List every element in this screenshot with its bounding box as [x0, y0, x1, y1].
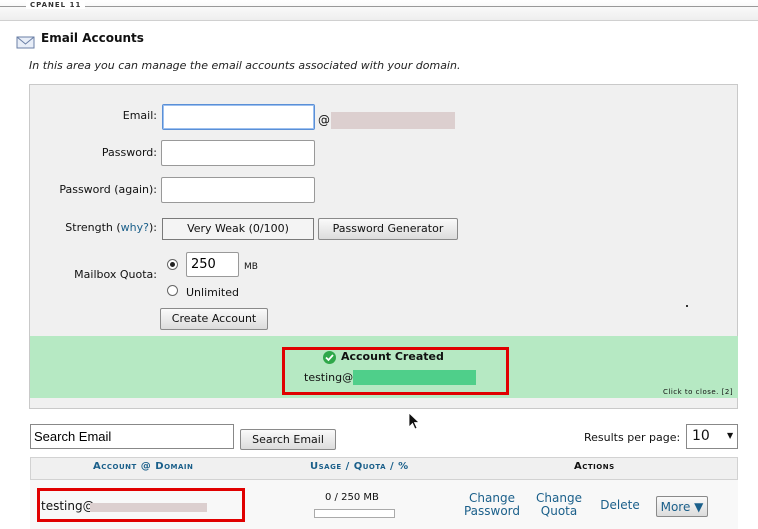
percent-header: % — [398, 461, 409, 472]
account-header: Account — [93, 461, 137, 472]
delete-link[interactable]: Delete — [597, 499, 643, 512]
strength-label-suffix: ): — [149, 221, 157, 234]
mouse-cursor-icon — [408, 412, 420, 430]
usage-header: Usage — [310, 461, 342, 472]
email-input[interactable] — [162, 104, 315, 130]
password-input[interactable] — [161, 140, 315, 166]
quota-limited-radio[interactable] — [167, 259, 178, 270]
click-to-close[interactable]: Click to close. [2] — [663, 388, 733, 396]
column-actions: Actions — [574, 461, 615, 472]
email-label: Email: — [122, 109, 157, 122]
notice-title: Account Created — [341, 350, 444, 363]
unlimited-label: Unlimited — [186, 286, 239, 299]
row-usage: 0 / 250 MB — [325, 492, 379, 503]
password-generator-button[interactable]: Password Generator — [318, 218, 458, 240]
quota-header: Quota — [353, 461, 387, 472]
mailbox-quota-label: Mailbox Quota: — [74, 268, 157, 281]
at-sign: @ — [318, 113, 330, 127]
results-per-page-label: Results per page: — [584, 431, 681, 444]
check-icon — [323, 351, 336, 364]
change-password-line2: Password — [463, 504, 521, 518]
change-quota-line2: Quota — [540, 504, 578, 518]
top-strip — [0, 0, 758, 21]
chevron-down-icon: ▼ — [727, 431, 734, 440]
row-account: testing@ — [41, 499, 95, 513]
more-button[interactable]: More ▼ — [656, 496, 708, 517]
change-password-link[interactable]: Change Password — [458, 492, 526, 518]
notice-account: testing@ — [304, 371, 354, 384]
results-per-page-value: 10 — [692, 428, 710, 444]
brand-label: CPANEL 11 — [26, 1, 86, 9]
password-label: Password: — [101, 146, 157, 159]
mail-icon — [16, 36, 35, 49]
page-title: Email Accounts — [41, 31, 144, 45]
usage-slash: / — [341, 461, 354, 472]
quota-unlimited-radio[interactable] — [167, 285, 178, 296]
create-account-button[interactable]: Create Account — [160, 308, 268, 330]
domain-header: Domain — [155, 461, 194, 472]
notice-domain-redacted — [353, 370, 476, 385]
strength-label-prefix: Strength ( — [65, 221, 121, 234]
search-email-button[interactable]: Search Email — [240, 429, 336, 450]
password-again-input[interactable] — [161, 177, 315, 203]
row-domain-redacted — [90, 503, 207, 512]
column-account-domain[interactable]: Account @ Domain — [93, 461, 193, 472]
strength-why-link[interactable]: why? — [121, 221, 149, 234]
results-per-page-select[interactable]: 10 ▼ — [686, 424, 738, 449]
search-email-input[interactable] — [30, 424, 234, 449]
strength-label: Strength (why?): — [0, 221, 157, 234]
quota-unit: MB — [244, 262, 258, 272]
quota-usage-bar — [314, 509, 395, 518]
stray-dot — [686, 305, 688, 307]
column-usage-quota[interactable]: Usage / Quota / % — [310, 461, 409, 472]
strength-meter: Very Weak (0/100) — [162, 218, 314, 240]
page-intro: In this area you can manage the email ac… — [29, 59, 461, 72]
quota-slash: / — [386, 461, 399, 472]
domain-redacted — [331, 112, 455, 129]
quota-input[interactable] — [186, 252, 239, 277]
change-quota-link[interactable]: Change Quota — [530, 492, 588, 518]
account-at-header: @ — [136, 461, 156, 472]
header-rule — [0, 6, 758, 7]
password-again-label: Password (again): — [59, 183, 157, 196]
